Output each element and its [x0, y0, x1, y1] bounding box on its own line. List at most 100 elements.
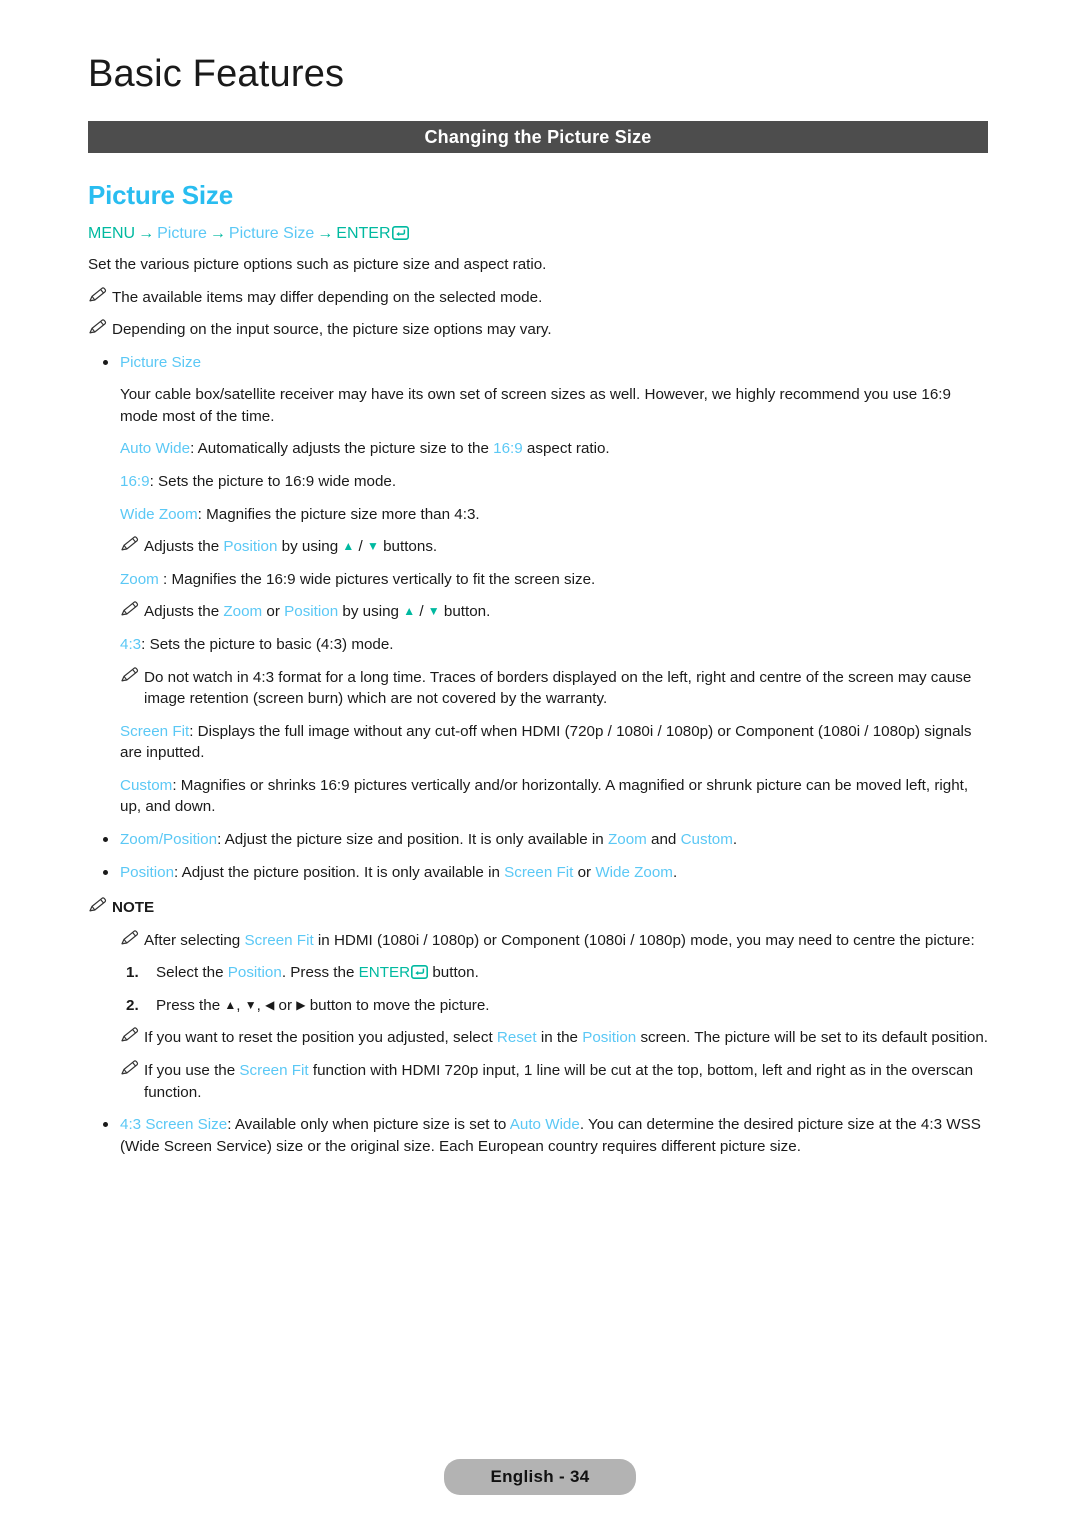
pencil-icon	[120, 535, 139, 552]
note-zoom-term-position: Position	[284, 603, 339, 621]
note-step-1-enter: ENTER	[358, 964, 411, 982]
option-screen-fit: Screen Fit: Displays the full image with…	[120, 721, 988, 764]
bullet-4-3-screen-size: 4:3 Screen Size: Available only when pic…	[88, 1114, 988, 1157]
note-4-3-warning: Do not watch in 4:3 format for a long ti…	[120, 666, 988, 710]
option-auto-wide-text-b: aspect ratio.	[522, 440, 610, 458]
note-step-1-number: 1.	[126, 964, 139, 982]
note-wide-zoom-position: Adjusts the Position by using ▲ / ▼ butt…	[120, 536, 988, 558]
page-footer: English - 34	[0, 1459, 1080, 1495]
enter-return-icon	[391, 226, 409, 240]
page-content: Picture Size MENU → Picture → Picture Size → E…	[0, 180, 1080, 1157]
note-heading-text: NOTE	[112, 899, 155, 917]
note-wide-zoom-lead: Adjusts the	[144, 538, 224, 556]
note-screen-fit-lead: After selecting	[144, 931, 245, 949]
bullet-position-text-a: : Adjust the picture position. It is onl…	[174, 863, 505, 881]
page-number-badge: English - 34	[444, 1459, 636, 1495]
menu-path-enter: ENTER	[336, 225, 391, 242]
option-custom-text: : Magnifies or shrinks 16:9 pictures ver…	[120, 776, 969, 816]
bullet-position: Position: Adjust the picture position. I…	[88, 862, 988, 884]
option-zoom-text: : Magnifies the 16:9 wide pictures verti…	[158, 570, 596, 588]
option-wide-zoom: Wide Zoom: Magnifies the picture size mo…	[120, 504, 988, 526]
option-custom-term: Custom	[120, 776, 173, 794]
pencil-icon	[120, 1059, 139, 1076]
option-zoom-term: Zoom	[120, 570, 159, 588]
pencil-icon	[120, 600, 139, 617]
manual-page: Basic Features Changing the Picture Size…	[0, 0, 1080, 1534]
note-reset-tail: screen. The picture will be set to its d…	[636, 1029, 988, 1047]
note-step-1-tail: button.	[428, 964, 479, 982]
note-zoom-position: Adjusts the Zoom or Position by using ▲ …	[120, 601, 988, 623]
triangle-up-icon: ▲	[403, 604, 416, 619]
option-wide-zoom-term: Wide Zoom	[120, 505, 198, 523]
option-auto-wide-ratio: 16:9	[493, 440, 523, 458]
pencil-icon	[88, 286, 107, 303]
note-step-1: 1. Select the Position. Press the ENTER b…	[120, 962, 988, 984]
note-overscan: If you use the Screen Fit function with …	[120, 1060, 988, 1103]
option-4-3: 4:3: Sets the picture to basic (4:3) mod…	[120, 634, 988, 656]
note-screen-fit-tail: in HDMI (1080i / 1080p) or Component (10…	[313, 931, 975, 949]
enter-return-icon	[411, 965, 429, 980]
note-step-2: 2. Press the ▲, ▼, ◀ or ▶ button to move …	[120, 995, 988, 1017]
note-step-2-tail: button to move the picture.	[305, 996, 490, 1014]
note-step-2-number: 2.	[126, 996, 139, 1014]
bullet-zoom-position-term-custom: Custom	[680, 830, 733, 848]
note-reset-term-position: Position	[582, 1029, 637, 1047]
note-available-items: The available items may differ depending…	[88, 286, 988, 309]
note-wide-zoom-mid: by using	[277, 538, 343, 556]
note-zoom-term-zoom: Zoom	[223, 603, 263, 621]
option-screen-fit-text: : Displays the full image without any cu…	[120, 722, 972, 762]
note-zoom-or: or	[262, 603, 285, 621]
bullet-4-3-screen-size-term: 4:3 Screen Size	[120, 1116, 228, 1134]
bullet-picture-size-label: Picture Size	[120, 353, 202, 371]
menu-path-menu: MENU	[88, 225, 136, 242]
note-reset-position: If you want to reset the position you ad…	[120, 1027, 988, 1049]
intro-paragraph: Set the various picture options such as …	[88, 256, 547, 273]
option-screen-fit-term: Screen Fit	[120, 722, 190, 740]
menu-path-arrow-3: →	[317, 225, 334, 242]
bullet-position-term-screen-fit: Screen Fit	[504, 863, 574, 881]
menu-path-arrow-1: →	[138, 225, 155, 242]
option-zoom: Zoom : Magnifies the 16:9 wide pictures …	[120, 569, 988, 591]
note-wide-zoom-term: Position	[223, 538, 278, 556]
bullet-zoom-position-term-zoom: Zoom	[607, 830, 647, 848]
note-step-2-or: or	[274, 996, 297, 1014]
menu-path-item-picture-size: Picture Size	[228, 225, 315, 242]
bullet-picture-size: Picture Size	[88, 352, 988, 374]
option-16-9: 16:9: Sets the picture to 16:9 wide mode…	[120, 471, 988, 493]
option-4-3-text: : Sets the picture to basic (4:3) mode.	[141, 635, 394, 653]
note-zoom-slash: /	[415, 603, 428, 621]
bullet-zoom-position-text-b: and	[646, 830, 681, 848]
triangle-down-icon: ▼	[427, 604, 440, 619]
pencil-icon	[120, 929, 139, 946]
note-zoom-tail: button.	[439, 603, 491, 621]
section-title-text: Changing the Picture Size	[424, 126, 652, 147]
triangle-down-icon: ▼	[244, 997, 257, 1012]
bullet-4-3-screen-size-term-auto-wide: Auto Wide	[509, 1116, 580, 1134]
option-16-9-text: : Sets the picture to 16:9 wide mode.	[149, 473, 397, 491]
note-input-source: Depending on the input source, the pictu…	[88, 319, 988, 341]
option-4-3-term: 4:3	[120, 635, 142, 653]
menu-path: MENU → Picture → Picture Size → ENTER	[88, 225, 1080, 243]
note-step-2-lead: Press the	[156, 996, 225, 1014]
option-auto-wide-term: Auto Wide	[120, 440, 191, 458]
note-reset-term: Reset	[496, 1029, 537, 1047]
pencil-icon	[88, 896, 107, 913]
bullet-position-text-b: or	[573, 863, 596, 881]
note-input-source-text: Depending on the input source, the pictu…	[112, 321, 552, 339]
note-reset-lead: If you want to reset the position you ad…	[144, 1029, 497, 1047]
menu-path-item-picture: Picture	[157, 225, 207, 242]
note-step-2-sep-2: ,	[256, 996, 266, 1014]
option-16-9-term: 16:9	[120, 473, 150, 491]
note-zoom-mid: by using	[338, 603, 404, 621]
note-4-3-warning-text: Do not watch in 4:3 format for a long ti…	[144, 668, 972, 708]
note-step-1-term: Position	[227, 964, 282, 982]
note-reset-mid: in the	[536, 1029, 583, 1047]
note-overscan-lead: If you use the	[144, 1062, 240, 1080]
bullet-position-text-c: .	[672, 863, 678, 881]
note-step-1-mid: . Press the	[281, 964, 359, 982]
bullet-zoom-position-term: Zoom/Position	[120, 830, 218, 848]
note-screen-fit-term: Screen Fit	[244, 931, 314, 949]
pencil-icon	[120, 1026, 139, 1043]
option-wide-zoom-text: : Magnifies the picture size more than 4…	[197, 505, 480, 523]
pencil-icon	[88, 318, 107, 335]
